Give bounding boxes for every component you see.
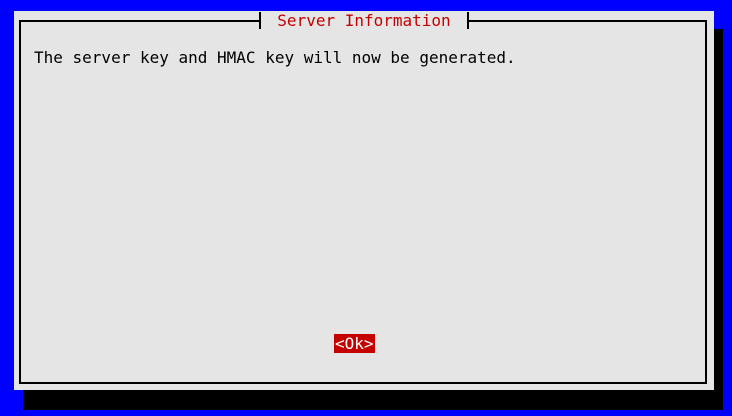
dialog-frame bbox=[19, 20, 707, 384]
dialog-title: Server Information bbox=[262, 11, 466, 31]
title-bracket-left bbox=[259, 12, 261, 29]
dialog-message: The server key and HMAC key will now be … bbox=[34, 48, 516, 67]
frame-top-border-right bbox=[469, 20, 705, 22]
terminal-screen: Server Information The server key and HM… bbox=[0, 0, 732, 416]
ok-button[interactable]: <Ok> bbox=[334, 334, 375, 353]
dialog-box: Server Information The server key and HM… bbox=[14, 11, 714, 390]
frame-top-border-left bbox=[19, 20, 259, 22]
title-bracket-right bbox=[467, 12, 469, 29]
